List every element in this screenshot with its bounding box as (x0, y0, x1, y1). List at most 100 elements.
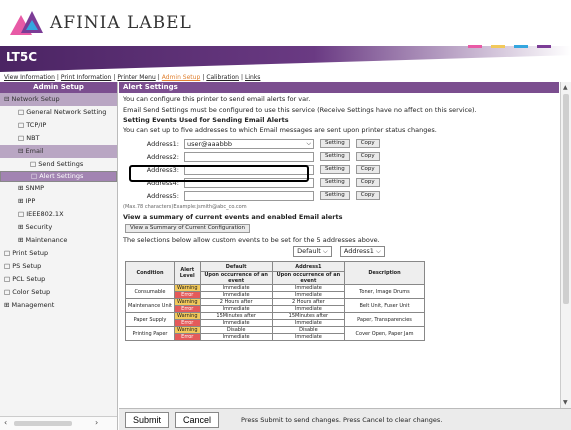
sidebar-item-label: Security (25, 223, 53, 231)
chevron-down-icon: ⌵ (306, 139, 311, 147)
sidebar-tree: ⊟ Network Setup □ General Network Setting… (0, 93, 117, 312)
condition-cell: Maintenance Unit (125, 298, 175, 313)
address-hint: (Max.78 characters)Example:jsmith@abc_co… (123, 204, 247, 210)
minus-icon: ⊟ (18, 147, 26, 155)
plus-icon: ⊞ (4, 301, 12, 309)
copy-button[interactable]: Copy (355, 152, 380, 161)
submit-button[interactable]: Submit (125, 411, 170, 428)
sidebar-item-label: Maintenance (25, 236, 68, 244)
scroll-thumb[interactable] (563, 94, 569, 304)
sidebar-item-general-network-setting[interactable]: □ General Network Setting (0, 106, 117, 119)
address-select[interactable]: Address1 ⌵ (339, 246, 385, 257)
col-condition: Condition (125, 261, 175, 285)
col-default: Default (199, 261, 273, 272)
alert-settings-heading: Alert Settings (119, 82, 559, 93)
address-select-value: Address1 (343, 247, 374, 255)
address1-input[interactable]: user@aaabbb ⌵ (184, 138, 314, 149)
page-vertical-scrollbar[interactable]: ▲ ▼ (560, 82, 571, 408)
sidebar-item-network-setup[interactable]: ⊟ Network Setup (0, 93, 117, 106)
plus-icon: ⊞ (18, 236, 26, 244)
address1-timing-cell: Immediate (271, 305, 346, 313)
alert-level-cell: Error (173, 333, 201, 341)
cancel-button[interactable]: Cancel (175, 411, 220, 428)
page-icon: □ (4, 288, 13, 296)
page-icon: □ (4, 249, 13, 257)
sidebar-item-send-settings[interactable]: □ Send Settings (0, 158, 117, 171)
address2-input[interactable] (184, 151, 314, 162)
nav-link-print-information[interactable]: Print Information (61, 74, 111, 81)
sidebar-item-email[interactable]: ⊟ Email (0, 145, 117, 158)
intro-text: You can configure this printer to send e… (123, 95, 311, 103)
sidebar-item-label: PCL Setup (12, 275, 46, 283)
sidebar-item-label: Send Settings (38, 160, 84, 168)
sidebar-item-print-setup[interactable]: □ Print Setup (0, 247, 117, 260)
nav-link-printer-menu[interactable]: Printer Menu (117, 74, 155, 81)
scroll-left-icon[interactable]: ‹ (4, 418, 7, 427)
header-banner (0, 46, 571, 72)
sidebar-item-ieee802-1x[interactable]: □ IEEE802.1X (0, 208, 117, 221)
sidebar-item-label: SNMP (25, 184, 45, 192)
copy-button[interactable]: Copy (355, 139, 380, 148)
scroll-thumb[interactable] (14, 421, 72, 426)
setting-button[interactable]: Setting (320, 165, 350, 174)
nav-link-admin-setup[interactable]: Admin Setup (162, 74, 201, 81)
col-address1: Address1 (271, 261, 346, 272)
page-icon: □ (31, 172, 40, 180)
minus-icon: ⊟ (4, 95, 12, 103)
sidebar-item-label: PS Setup (12, 262, 42, 270)
address1-timing-cell: Immediate (271, 291, 346, 299)
sidebar-horizontal-scrollbar[interactable]: ‹ › (0, 416, 117, 430)
address-label: Address5: (146, 191, 179, 200)
copy-button[interactable]: Copy (355, 165, 380, 174)
address-row: Address1: user@aaabbb ⌵ Setting Copy (133, 137, 559, 150)
default-timing-cell: Immediate (199, 319, 273, 327)
scroll-up-icon[interactable]: ▲ (563, 84, 568, 91)
nav-link-calibration[interactable]: Calibration (206, 74, 239, 81)
sidebar-item-pcl-setup[interactable]: □ PCL Setup (0, 273, 117, 286)
sidebar-item-label: Email (25, 147, 44, 155)
sidebar-header: Admin Setup (0, 82, 117, 93)
address5-input[interactable] (184, 190, 314, 201)
address-row: Address2: Setting Copy (133, 150, 559, 163)
copy-button[interactable]: Copy (355, 178, 380, 187)
setting-button[interactable]: Setting (320, 178, 350, 187)
template-select[interactable]: Default ⌵ (293, 246, 332, 257)
address1-timing-cell: Disable (271, 326, 346, 334)
nav-link-view-information[interactable]: View Information (4, 74, 55, 81)
sidebar-item-ipp[interactable]: ⊞ IPP (0, 195, 117, 208)
page-icon: □ (30, 160, 39, 168)
send-settings-note: Email Send Settings must be configured t… (123, 106, 477, 114)
address1-timing-cell: 15Minutes after (271, 312, 346, 320)
sidebar-item-snmp[interactable]: ⊞ SNMP (0, 182, 117, 195)
sidebar-item-maintenance[interactable]: ⊞ Maintenance (0, 234, 117, 247)
view-summary-button[interactable]: View a Summary of Current Configuration (125, 224, 251, 233)
admin-sidebar: Admin Setup ⊟ Network Setup □ General Net… (0, 82, 118, 430)
setting-button[interactable]: Setting (320, 191, 350, 200)
address1-timing-cell: Immediate (271, 284, 346, 292)
page-icon: □ (4, 275, 13, 283)
address1-highlight-box (129, 165, 309, 182)
sidebar-item-ps-setup[interactable]: □ PS Setup (0, 260, 117, 273)
sidebar-item-color-setup[interactable]: □ Color Setup (0, 286, 117, 299)
form-footer: Submit Cancel Press Submit to send chang… (119, 408, 571, 430)
addresses-help-text: You can set up to five addresses to whic… (123, 126, 437, 134)
sidebar-item-management[interactable]: ⊞ Management (0, 299, 117, 312)
nav-link-links[interactable]: Links (245, 74, 260, 81)
address-value: user@aaabbb (187, 139, 233, 148)
scroll-right-icon[interactable]: › (95, 418, 98, 427)
setting-button[interactable]: Setting (320, 139, 350, 148)
sidebar-item-tcp-ip[interactable]: □ TCP/IP (0, 119, 117, 132)
sidebar-item-label: NBT (26, 134, 40, 142)
sidebar-item-alert-settings[interactable]: □ Alert Settings (0, 171, 117, 182)
copy-button[interactable]: Copy (355, 191, 380, 200)
page-icon: □ (18, 121, 27, 129)
alert-level-cell: Error (173, 319, 201, 327)
setting-button[interactable]: Setting (320, 152, 350, 161)
sidebar-item-nbt[interactable]: □ NBT (0, 132, 117, 145)
sidebar-item-label: IEEE802.1X (26, 210, 64, 218)
default-timing-cell: Disable (199, 326, 273, 334)
condition-cell: Printing Paper (125, 326, 175, 341)
plus-icon: ⊞ (18, 184, 26, 192)
scroll-down-icon[interactable]: ▼ (563, 399, 568, 406)
sidebar-item-security[interactable]: ⊞ Security (0, 221, 117, 234)
